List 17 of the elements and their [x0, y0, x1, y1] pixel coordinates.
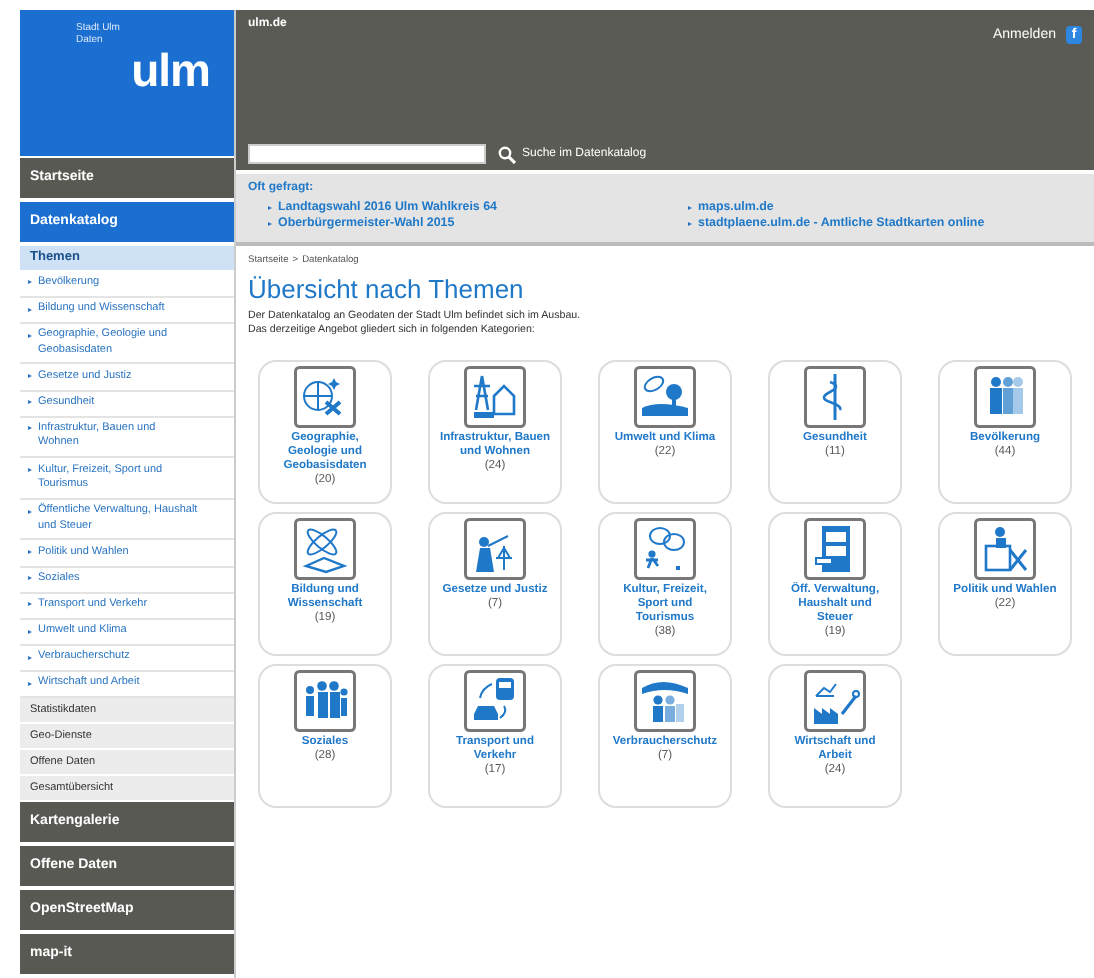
globe-tools-icon [294, 366, 356, 428]
people-icon [974, 366, 1036, 428]
search-field[interactable] [248, 144, 486, 164]
filing-cabinet-icon [804, 518, 866, 580]
logo-wordmark: ulm [131, 44, 210, 98]
justice-scales-icon [464, 518, 526, 580]
page-title: Übersicht nach Themen [248, 274, 526, 304]
medical-staff-icon [804, 366, 866, 428]
factory-chart-icon [804, 670, 866, 732]
hand-people-icon [634, 670, 696, 732]
ballot-icon [974, 518, 1036, 580]
tree-leaf-icon [634, 366, 696, 428]
pylon-house-icon [464, 366, 526, 428]
book-atom-icon [294, 518, 356, 580]
train-car-icon [464, 670, 526, 732]
search-icon [498, 145, 516, 163]
family-icon [294, 670, 356, 732]
